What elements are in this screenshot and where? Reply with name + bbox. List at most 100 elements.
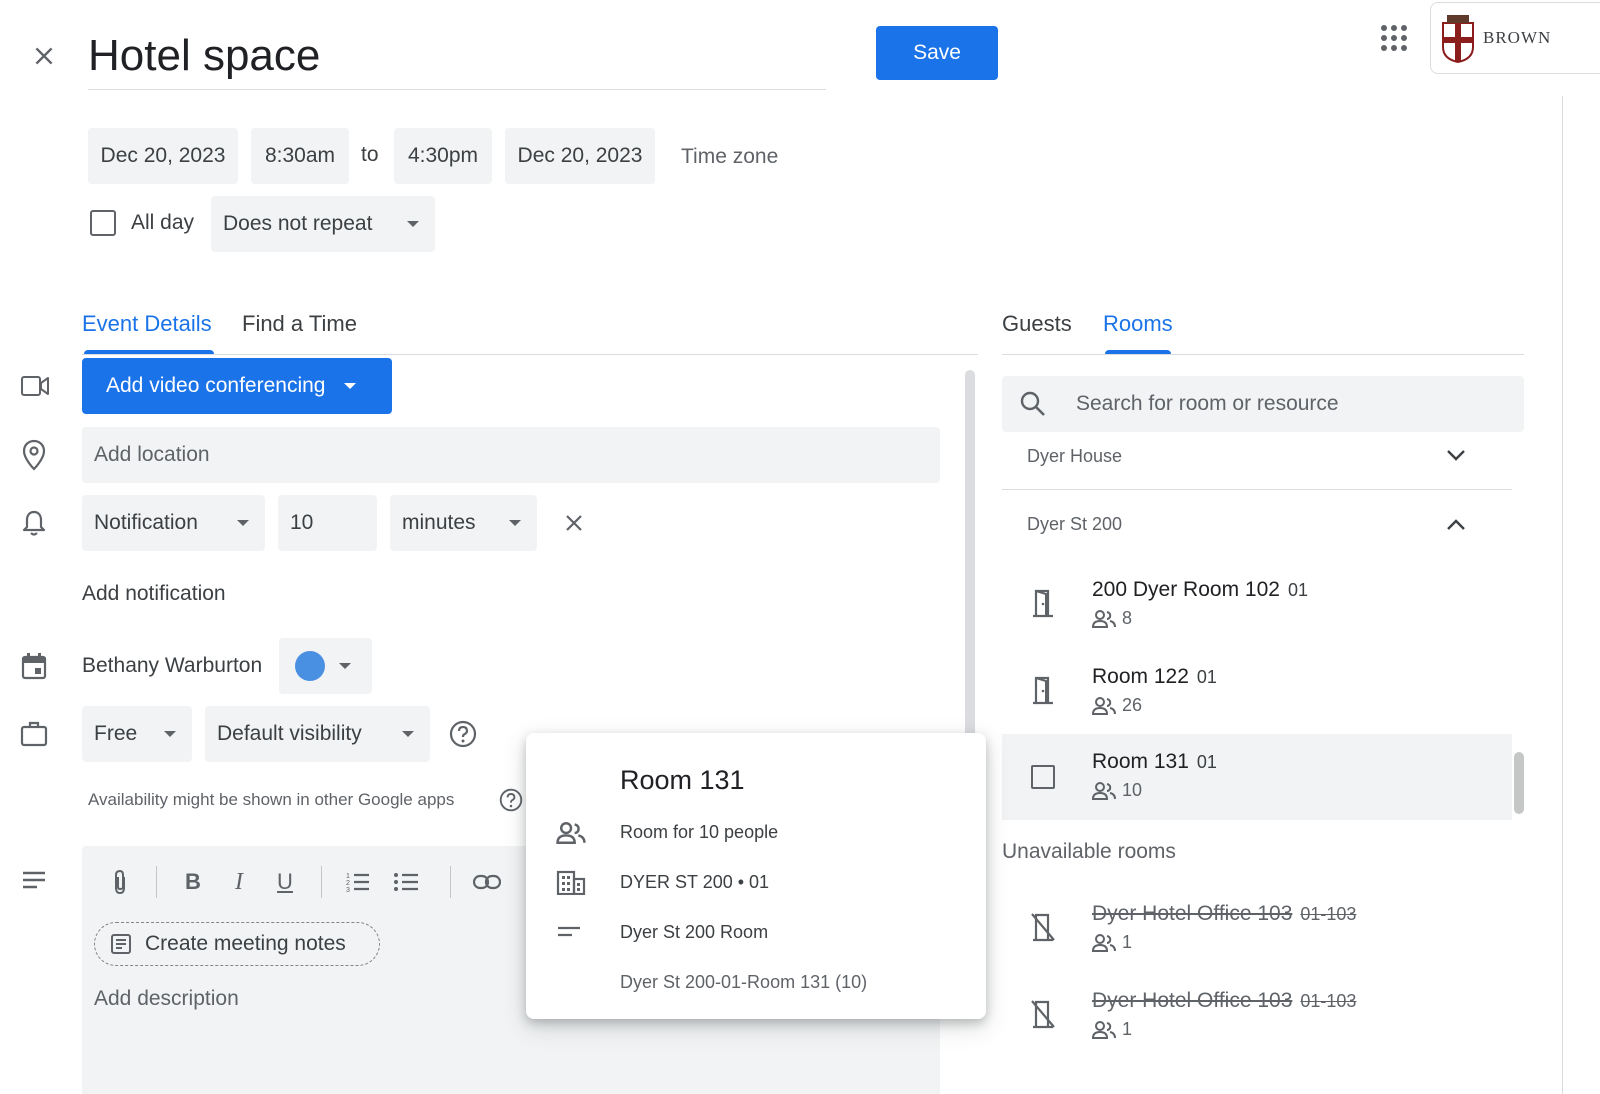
chevron-down-icon bbox=[343, 383, 356, 389]
help-icon[interactable] bbox=[449, 720, 477, 748]
link-icon[interactable] bbox=[467, 874, 507, 890]
org-logo-text: BROWN bbox=[1483, 28, 1552, 47]
rooms-scrollbar[interactable] bbox=[1514, 752, 1524, 814]
notification-unit-select[interactable]: minutes bbox=[390, 495, 537, 551]
title-input[interactable]: Hotel space bbox=[88, 28, 826, 90]
all-day-label: All day bbox=[131, 211, 195, 234]
details-scrollbar[interactable] bbox=[965, 370, 975, 750]
room-capacity-value: 10 bbox=[1122, 780, 1143, 800]
room-name: Dyer Hotel Office 103 01-103 bbox=[1092, 989, 1356, 1013]
chevron-down-icon bbox=[164, 731, 176, 737]
notification-type-value: Notification bbox=[94, 511, 198, 534]
event-title: Hotel space bbox=[88, 31, 321, 80]
bold-icon[interactable]: B bbox=[173, 869, 213, 895]
calendar-color-select[interactable] bbox=[279, 638, 372, 694]
notification-amount-input[interactable]: 10 bbox=[278, 495, 377, 551]
room-floor: 01 bbox=[1196, 667, 1217, 687]
end-date-field[interactable]: Dec 20, 2023 bbox=[505, 128, 655, 184]
create-meeting-notes-button[interactable]: Create meeting notes bbox=[94, 922, 380, 966]
time-zone-button[interactable]: Time zone bbox=[681, 145, 778, 169]
chevron-down-icon bbox=[509, 520, 521, 526]
visibility-value: Default visibility bbox=[217, 722, 362, 745]
end-time-field[interactable]: 4:30pm bbox=[394, 128, 492, 184]
notification-type-select[interactable]: Notification bbox=[82, 495, 265, 551]
room-group-label: Dyer House bbox=[1027, 446, 1123, 466]
room-item[interactable]: 200 Dyer Room 102 01 8 bbox=[1002, 562, 1512, 648]
chevron-down-icon bbox=[402, 731, 414, 737]
numbered-list-icon[interactable]: 123 bbox=[338, 871, 378, 893]
room-item-hovered[interactable]: Room 131 01 10 bbox=[1002, 734, 1512, 820]
building-icon bbox=[556, 870, 586, 895]
apps-grid-icon[interactable] bbox=[1378, 22, 1410, 54]
create-meeting-notes-label: Create meeting notes bbox=[145, 932, 346, 955]
unavailable-room-item[interactable]: Dyer Hotel Office 103 01-103 1 bbox=[1002, 973, 1512, 1059]
org-account-button[interactable]: BROWN bbox=[1430, 2, 1600, 74]
popup-room-title: Room 131 bbox=[620, 765, 745, 795]
room-search-input[interactable]: Search for room or resource bbox=[1002, 376, 1524, 432]
remove-notification-icon[interactable] bbox=[560, 509, 588, 537]
description-lines-icon bbox=[20, 868, 48, 892]
room-floor: 01 bbox=[1196, 752, 1217, 772]
italic-icon[interactable]: I bbox=[213, 869, 265, 896]
room-group-dyer-house[interactable]: Dyer House bbox=[1002, 440, 1512, 490]
visibility-select[interactable]: Default visibility bbox=[205, 706, 430, 762]
tab-guests[interactable]: Guests bbox=[1002, 311, 1072, 337]
location-input[interactable]: Add location bbox=[82, 427, 940, 483]
save-button[interactable]: Save bbox=[876, 26, 998, 80]
repeat-value: Does not repeat bbox=[223, 212, 373, 235]
add-notification-button[interactable]: Add notification bbox=[82, 582, 226, 606]
tab-event-details[interactable]: Event Details bbox=[82, 311, 212, 337]
people-icon bbox=[1092, 1020, 1116, 1039]
room-capacity-value: 26 bbox=[1122, 695, 1143, 715]
room-floor: 01-103 bbox=[1300, 904, 1357, 924]
location-placeholder: Add location bbox=[94, 443, 210, 466]
attachment-icon[interactable] bbox=[100, 869, 140, 895]
room-select-checkbox[interactable] bbox=[1031, 765, 1055, 789]
room-capacity-value: 8 bbox=[1122, 608, 1133, 628]
description-placeholder: Add description bbox=[94, 987, 239, 1010]
room-name: Room 122 01 bbox=[1092, 665, 1217, 689]
people-icon bbox=[1092, 609, 1116, 628]
add-video-conferencing-button[interactable]: Add video conferencing bbox=[82, 358, 392, 414]
toolbar-divider bbox=[450, 866, 451, 898]
underline-icon[interactable]: U bbox=[265, 869, 305, 895]
close-icon[interactable] bbox=[28, 40, 60, 72]
room-details-popup: Room 131 Room for 10 people DYER ST 200 … bbox=[526, 733, 986, 1019]
start-date-value: Dec 20, 2023 bbox=[100, 144, 226, 167]
tab-rooms[interactable]: Rooms bbox=[1103, 311, 1173, 337]
search-icon bbox=[1020, 391, 1045, 416]
room-name: 200 Dyer Room 102 01 bbox=[1092, 578, 1308, 602]
room-name-text: Dyer Hotel Office 103 bbox=[1092, 902, 1293, 925]
tab-find-a-time[interactable]: Find a Time bbox=[242, 311, 357, 337]
all-day-checkbox[interactable] bbox=[90, 210, 116, 236]
room-name-text: Dyer Hotel Office 103 bbox=[1092, 989, 1293, 1012]
room-group-dyer-st-200[interactable]: Dyer St 200 bbox=[1002, 506, 1512, 546]
door-icon bbox=[1033, 676, 1053, 705]
chevron-down-icon bbox=[407, 221, 419, 227]
room-capacity-value: 1 bbox=[1122, 932, 1133, 952]
location-pin-icon bbox=[20, 438, 48, 472]
busy-status-select[interactable]: Free bbox=[82, 706, 192, 762]
room-item[interactable]: Room 122 01 26 bbox=[1002, 649, 1512, 735]
description-short-icon bbox=[558, 926, 580, 937]
side-panel-edge bbox=[1562, 96, 1563, 1094]
popup-full-name: Dyer St 200-01-Room 131 (10) bbox=[620, 972, 868, 992]
door-unavailable-icon bbox=[1031, 913, 1055, 942]
chevron-down-icon bbox=[1447, 450, 1465, 461]
bell-icon bbox=[20, 508, 48, 538]
chevron-up-icon bbox=[1447, 519, 1465, 530]
start-time-field[interactable]: 8:30am bbox=[251, 128, 349, 184]
bulleted-list-icon[interactable] bbox=[378, 871, 434, 893]
availability-help-icon[interactable] bbox=[498, 787, 524, 813]
start-date-field[interactable]: Dec 20, 2023 bbox=[88, 128, 238, 184]
unavailable-room-item[interactable]: Dyer Hotel Office 103 01-103 1 bbox=[1002, 886, 1512, 972]
svg-text:1: 1 bbox=[346, 873, 350, 880]
chevron-down-icon bbox=[339, 663, 351, 669]
repeat-select[interactable]: Does not repeat bbox=[211, 196, 435, 252]
people-icon bbox=[1092, 781, 1116, 800]
toolbar-divider bbox=[156, 866, 157, 898]
calendar-icon bbox=[20, 652, 48, 680]
room-name-text: 200 Dyer Room 102 bbox=[1092, 578, 1280, 601]
room-group-label: Dyer St 200 bbox=[1027, 514, 1123, 534]
popup-building: DYER ST 200 • 01 bbox=[620, 872, 770, 892]
